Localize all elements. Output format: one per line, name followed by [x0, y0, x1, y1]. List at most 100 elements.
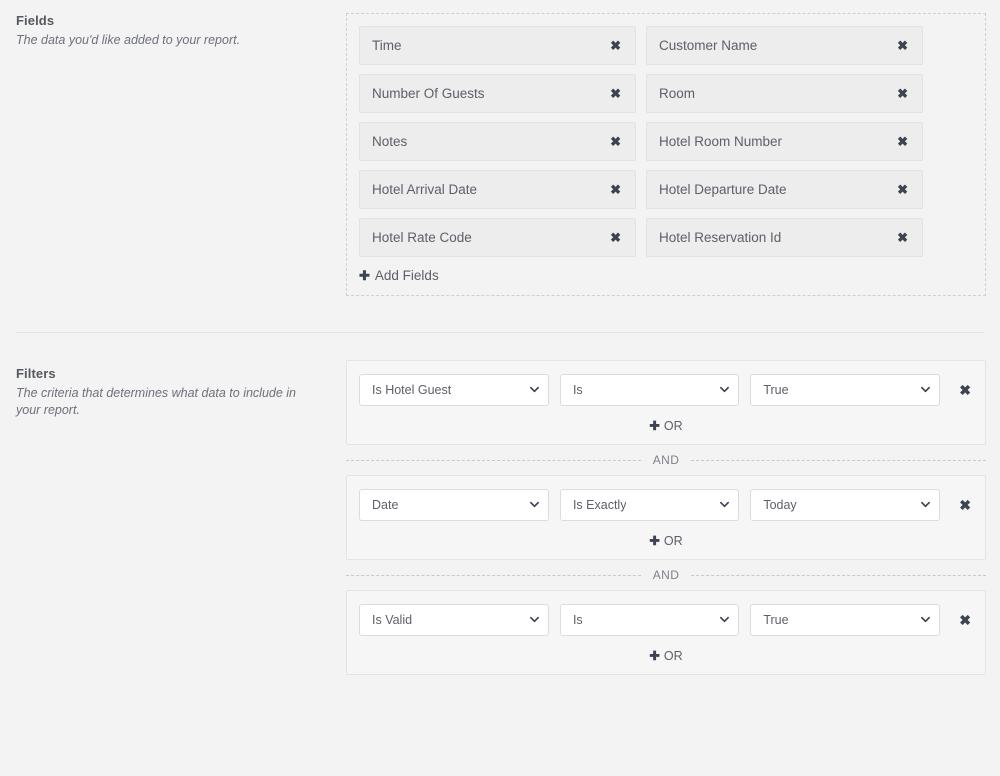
field-pill[interactable]: Hotel Rate Code ✖ [359, 218, 636, 257]
field-pill-label: Number Of Guests [372, 86, 485, 101]
filter-group: Date Is Exactly Today ✖ ✚ OR [346, 475, 986, 560]
filter-operator-select[interactable]: Is Exactly [559, 489, 740, 521]
add-or-row: ✚ OR [359, 418, 973, 433]
field-pill-label: Time [372, 38, 402, 53]
filter-group: Is Hotel Guest Is True ✖ ✚ OR [346, 360, 986, 445]
fields-list: Time ✖ Customer Name ✖ Number Of Guests … [359, 26, 973, 257]
close-icon[interactable]: ✖ [896, 181, 909, 198]
close-icon[interactable]: ✖ [609, 229, 622, 246]
and-divider-label: AND [652, 453, 680, 467]
field-pill-label: Customer Name [659, 38, 758, 53]
field-pill[interactable]: Customer Name ✖ [646, 26, 923, 65]
field-pill[interactable]: Notes ✖ [359, 122, 636, 161]
close-icon[interactable]: ✖ [896, 229, 909, 246]
filter-row: Is Valid Is True ✖ [359, 604, 973, 636]
filter-value-select[interactable]: Today [750, 489, 941, 521]
chevron-down-icon [720, 500, 730, 509]
filter-value-value: True [763, 613, 789, 627]
close-icon[interactable]: ✖ [957, 611, 973, 629]
chevron-down-icon [921, 385, 931, 394]
add-fields-label: Add Fields [374, 268, 439, 283]
fields-dropzone[interactable]: Time ✖ Customer Name ✖ Number Of Guests … [346, 13, 986, 296]
close-icon[interactable]: ✖ [896, 85, 909, 102]
add-or-button[interactable]: ✚ OR [649, 648, 682, 663]
filters-title: Filters [16, 366, 56, 381]
add-or-button[interactable]: ✚ OR [649, 533, 682, 548]
filter-operator-select[interactable]: Is [559, 604, 740, 636]
close-icon[interactable]: ✖ [896, 37, 909, 54]
filter-field-select[interactable]: Is Valid [359, 604, 549, 636]
filters-description: The criteria that determines what data t… [16, 386, 297, 417]
filter-field-select[interactable]: Is Hotel Guest [359, 374, 549, 406]
filter-operator-value: Is [572, 383, 583, 397]
filter-row: Date Is Exactly Today ✖ [359, 489, 973, 521]
and-divider-line-left [346, 574, 641, 576]
filters-section-body: Is Hotel Guest Is True ✖ ✚ OR AND Date I… [346, 360, 1000, 675]
add-or-button[interactable]: ✚ OR [649, 418, 682, 433]
field-pill-label: Hotel Rate Code [372, 230, 472, 245]
plus-icon: ✚ [649, 534, 660, 548]
filter-field-value: Is Valid [372, 613, 413, 627]
filter-value-value: Today [763, 498, 797, 512]
filter-value-select[interactable]: True [750, 604, 941, 636]
filters-section: Filters The criteria that determines wha… [0, 360, 1000, 675]
filter-field-value: Is Hotel Guest [372, 383, 452, 397]
field-pill[interactable]: Hotel Arrival Date ✖ [359, 170, 636, 209]
field-pill[interactable]: Hotel Departure Date ✖ [646, 170, 923, 209]
chevron-down-icon [921, 615, 931, 624]
field-pill[interactable]: Hotel Room Number ✖ [646, 122, 923, 161]
close-icon[interactable]: ✖ [609, 181, 622, 198]
close-icon[interactable]: ✖ [957, 381, 973, 399]
filter-value-value: True [763, 383, 789, 397]
plus-icon: ✚ [359, 268, 370, 283]
field-pill[interactable]: Time ✖ [359, 26, 636, 65]
chevron-down-icon [529, 385, 539, 394]
filter-group: Is Valid Is True ✖ ✚ OR [346, 590, 986, 675]
chevron-down-icon [720, 385, 730, 394]
filter-row: Is Hotel Guest Is True ✖ [359, 374, 973, 406]
fields-section-label: Fields The data you'd like added to your… [0, 13, 346, 49]
close-icon[interactable]: ✖ [957, 496, 973, 514]
field-pill[interactable]: Room ✖ [646, 74, 923, 113]
plus-icon: ✚ [649, 649, 660, 663]
and-divider: AND [346, 560, 987, 590]
filter-value-select[interactable]: True [750, 374, 941, 406]
filter-operator-select[interactable]: Is [559, 374, 740, 406]
add-fields-button[interactable]: ✚ Add Fields [359, 268, 439, 284]
plus-icon: ✚ [649, 419, 660, 433]
add-or-label: OR [663, 419, 683, 433]
filters-section-label: Filters The criteria that determines wha… [0, 360, 346, 419]
field-pill[interactable]: Hotel Reservation Id ✖ [646, 218, 923, 257]
add-or-row: ✚ OR [359, 648, 973, 663]
and-divider-label: AND [652, 568, 680, 582]
filter-field-select[interactable]: Date [359, 489, 549, 521]
fields-title: Fields [16, 13, 55, 28]
filter-field-value: Date [372, 498, 399, 512]
and-divider-line-right [691, 459, 987, 461]
report-builder-page: Fields The data you'd like added to your… [0, 0, 1000, 776]
and-divider-line-right [691, 574, 987, 576]
close-icon[interactable]: ✖ [609, 37, 622, 54]
section-divider [16, 332, 984, 333]
add-or-label: OR [663, 534, 683, 548]
add-or-label: OR [663, 649, 683, 663]
close-icon[interactable]: ✖ [896, 133, 909, 150]
chevron-down-icon [529, 500, 539, 509]
field-pill-label: Hotel Room Number [659, 134, 783, 149]
close-icon[interactable]: ✖ [609, 85, 622, 102]
fields-description: The data you'd like added to your report… [16, 33, 241, 47]
field-pill-label: Hotel Arrival Date [372, 182, 478, 197]
and-divider: AND [346, 445, 987, 475]
chevron-down-icon [720, 615, 730, 624]
field-pill-label: Room [659, 86, 696, 101]
field-pill-label: Notes [372, 134, 408, 149]
fields-section-body: Time ✖ Customer Name ✖ Number Of Guests … [346, 13, 1000, 296]
and-divider-line-left [346, 459, 641, 461]
close-icon[interactable]: ✖ [609, 133, 622, 150]
filter-operator-value: Is [572, 613, 583, 627]
fields-section: Fields The data you'd like added to your… [0, 0, 1000, 296]
field-pill[interactable]: Number Of Guests ✖ [359, 74, 636, 113]
filter-operator-value: Is Exactly [572, 498, 627, 512]
field-pill-label: Hotel Departure Date [659, 182, 787, 197]
filter-group-list: Is Hotel Guest Is True ✖ ✚ OR AND Date I… [346, 360, 987, 675]
